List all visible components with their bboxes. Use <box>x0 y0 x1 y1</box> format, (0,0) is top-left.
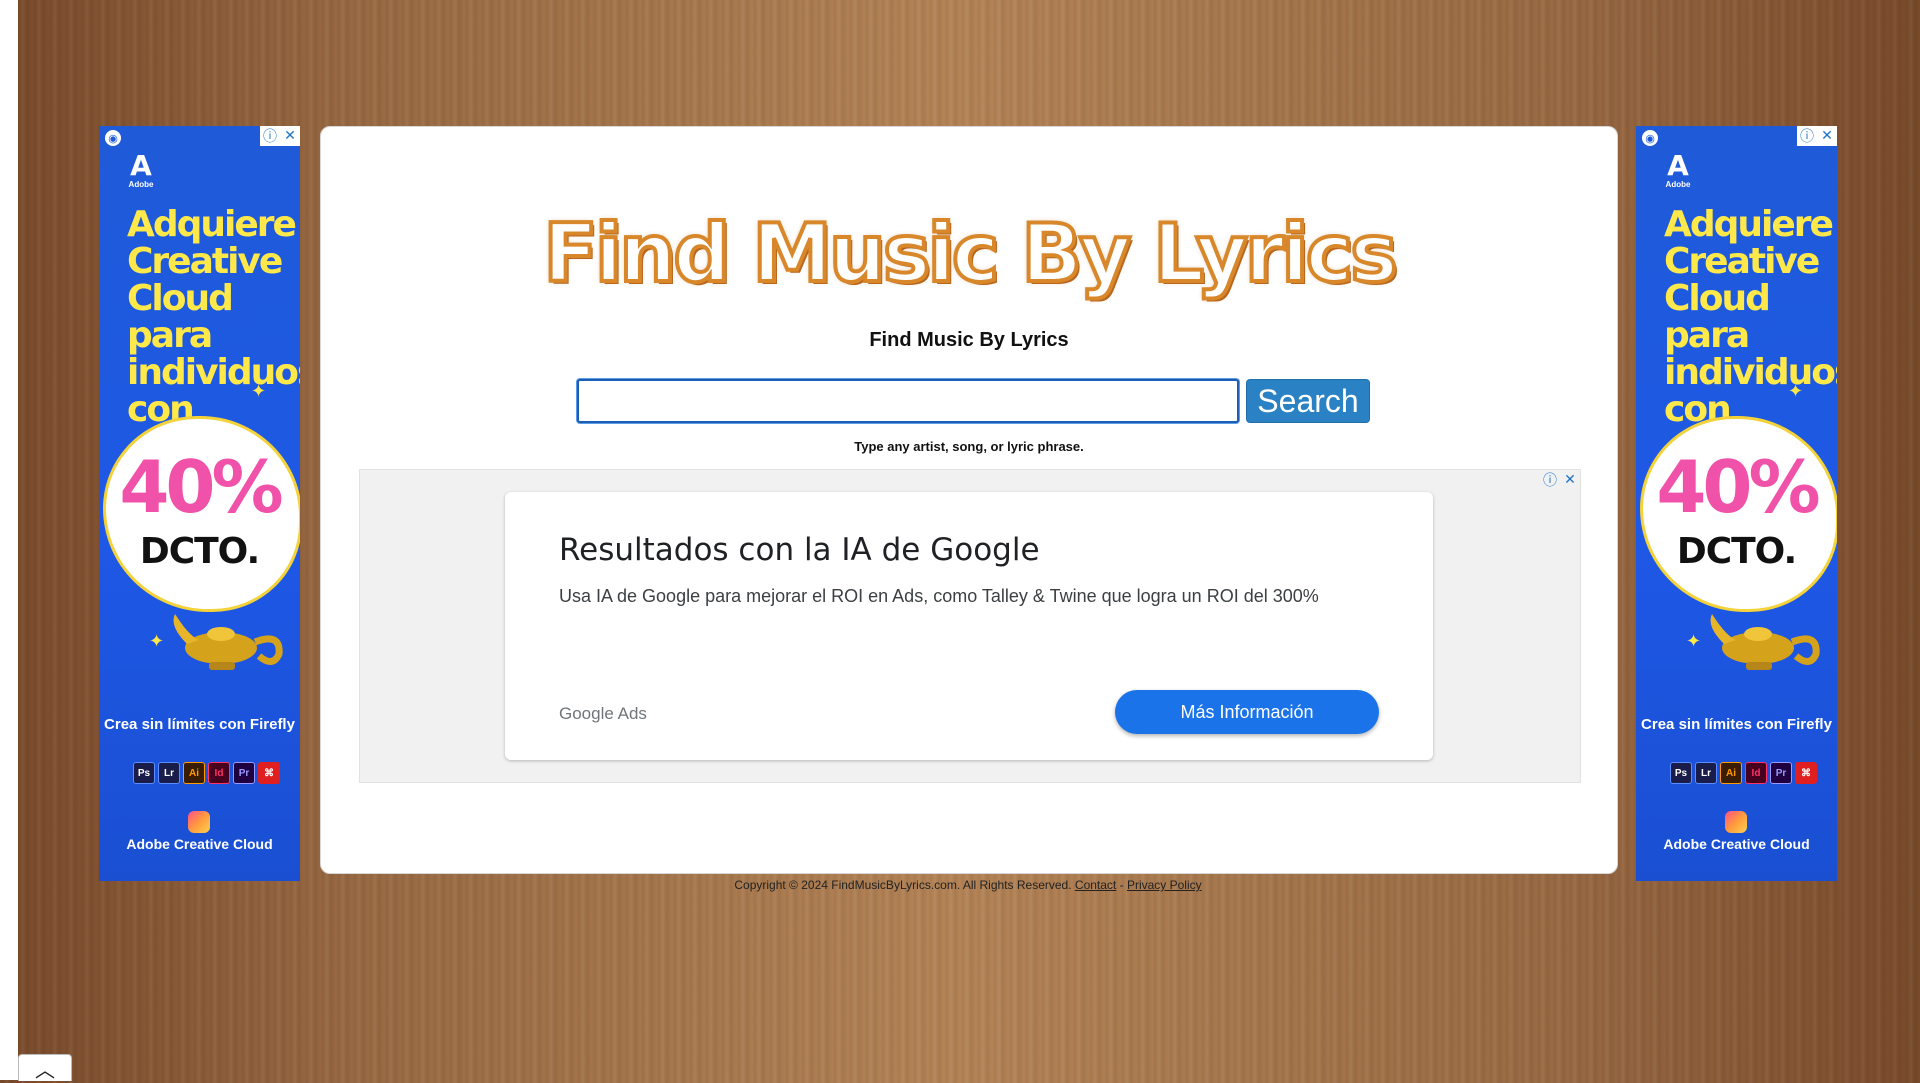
ad-choices[interactable]: ⓘ ✕ <box>1540 470 1580 490</box>
illustrator-icon: Ai <box>1720 762 1742 784</box>
copyright-text: Copyright © 2024 FindMusicByLyrics.com. … <box>734 878 1072 892</box>
ad-choices[interactable]: ⓘ ✕ <box>1797 126 1837 146</box>
chevron-up-icon: ︿ <box>35 1057 55 1082</box>
ad-cta-button[interactable]: Más Información <box>1115 690 1379 734</box>
lightroom-icon: Lr <box>158 762 180 784</box>
adobe-logo: A Adobe <box>1663 149 1693 190</box>
adobe-wordmark: Adobe <box>1665 180 1691 189</box>
adobe-app-icons: Ps Lr Ai Id Pr ⌘ <box>1670 762 1817 784</box>
discount-value: 40% <box>119 445 283 529</box>
acrobat-icon: ⌘ <box>1795 762 1817 784</box>
side-ad-right[interactable]: ◉ ⓘ ✕ A Adobe Adquiere Creative Cloud pa… <box>1636 126 1837 881</box>
creative-cloud-icon <box>188 811 210 833</box>
adobe-logo-icon: A <box>1667 149 1689 182</box>
ad-card[interactable]: Resultados con la IA de Google Usa IA de… <box>505 492 1433 760</box>
adobe-app-icons: Ps Lr Ai Id Pr ⌘ <box>133 762 280 784</box>
ad-description: Usa IA de Google para mejorar el ROI en … <box>559 586 1319 606</box>
footer-separator: - <box>1119 878 1124 892</box>
search-hint: Type any artist, song, or lyric phrase. <box>854 439 1084 454</box>
ad-subline: Crea sin límites con Firefly <box>104 716 295 733</box>
discount-label: DCTO. <box>139 531 260 572</box>
sparkle-icon: ✦ <box>1788 381 1804 401</box>
page-title: Find Music By Lyrics <box>869 329 1069 351</box>
creative-cloud-label: Adobe Creative Cloud <box>1663 836 1810 852</box>
creative-cloud-icon <box>1725 811 1747 833</box>
info-icon[interactable]: ⓘ <box>1540 470 1560 490</box>
sparkle-icon: ✦ <box>251 381 267 401</box>
privacy-policy-link[interactable]: Privacy Policy <box>1127 878 1202 892</box>
side-ad-left[interactable]: ◉ ⓘ ✕ A Adobe Adquiere Creative Cloud pa… <box>99 126 300 881</box>
sparkle-icon: ✦ <box>149 631 165 651</box>
ad-title[interactable]: Resultados con la IA de Google <box>559 532 1040 568</box>
scroll-to-top-button[interactable]: ︿ <box>18 1054 72 1082</box>
search-button[interactable]: Search <box>1246 379 1370 423</box>
inline-ad[interactable]: ⓘ ✕ Resultados con la IA de Google Usa I… <box>359 469 1581 783</box>
main-panel: Find Music By Lyrics Find Music By Lyric… <box>320 126 1618 874</box>
indesign-icon: Id <box>208 762 230 784</box>
ad-brand: Google Ads <box>559 704 647 723</box>
contact-link[interactable]: Contact <box>1075 878 1116 892</box>
sparkle-icon: ✦ <box>1686 631 1702 651</box>
indesign-icon: Id <box>1745 762 1767 784</box>
search-form: Search <box>577 379 1370 423</box>
genie-lamp-icon <box>173 614 283 670</box>
premiere-icon: Pr <box>1770 762 1792 784</box>
ad-subline: Crea sin límites con Firefly <box>1641 716 1832 733</box>
discount-label: DCTO. <box>1676 531 1797 572</box>
premiere-icon: Pr <box>233 762 255 784</box>
site-logo[interactable]: Find Music By Lyrics <box>321 207 1617 301</box>
close-icon[interactable]: ✕ <box>280 126 300 146</box>
acrobat-icon: ⌘ <box>258 762 280 784</box>
creative-cloud-label: Adobe Creative Cloud <box>126 836 273 852</box>
photoshop-icon: Ps <box>1670 762 1692 784</box>
photoshop-icon: Ps <box>133 762 155 784</box>
info-icon[interactable]: ⓘ <box>260 126 280 146</box>
search-input[interactable] <box>577 379 1239 423</box>
adobe-logo-icon: A <box>130 149 152 182</box>
close-icon[interactable]: ✕ <box>1817 126 1837 146</box>
privacy-shield-icon[interactable]: ◉ <box>105 130 121 146</box>
footer: Copyright © 2024 FindMusicByLyrics.com. … <box>320 878 1616 892</box>
info-icon[interactable]: ⓘ <box>1797 126 1817 146</box>
privacy-shield-icon[interactable]: ◉ <box>1642 130 1658 146</box>
lightroom-icon: Lr <box>1695 762 1717 784</box>
illustrator-icon: Ai <box>183 762 205 784</box>
close-icon[interactable]: ✕ <box>1560 470 1580 490</box>
ad-choices[interactable]: ⓘ ✕ <box>260 126 300 146</box>
discount-value: 40% <box>1656 445 1820 529</box>
adobe-logo: A Adobe <box>126 149 156 190</box>
page-left-edge <box>0 0 18 1080</box>
adobe-wordmark: Adobe <box>128 180 154 189</box>
genie-lamp-icon <box>1710 614 1820 670</box>
